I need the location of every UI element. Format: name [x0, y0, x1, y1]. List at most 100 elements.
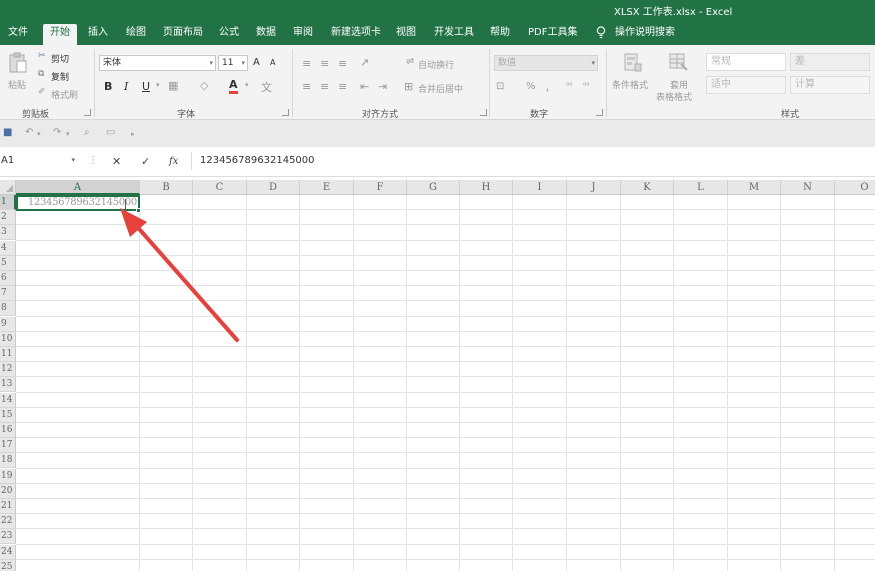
- row-header-8[interactable]: 8: [0, 301, 16, 317]
- fill-handle[interactable]: [136, 208, 141, 213]
- align-middle-icon[interactable]: ≡: [320, 57, 329, 70]
- align-center-icon[interactable]: ≡: [320, 80, 329, 93]
- column-header-m[interactable]: M: [728, 180, 781, 195]
- confirm-entry-button[interactable]: ✓: [141, 155, 150, 168]
- shrink-font-button[interactable]: A: [270, 58, 275, 67]
- format-painter-icon[interactable]: ✐: [38, 87, 46, 97]
- tab-pdf-tools[interactable]: PDF工具集: [528, 24, 577, 45]
- column-header-k[interactable]: K: [621, 180, 674, 195]
- font-launcher-icon[interactable]: [282, 109, 289, 116]
- font-size-select[interactable]: 11 ▾: [218, 55, 248, 71]
- column-header-n[interactable]: N: [781, 180, 835, 195]
- row-header-1[interactable]: 1: [0, 195, 16, 210]
- column-header-h[interactable]: H: [460, 180, 513, 195]
- chevron-down-icon[interactable]: ▾: [66, 130, 70, 138]
- tab-developer[interactable]: 开发工具: [434, 24, 474, 45]
- currency-icon[interactable]: ⊡: [496, 81, 504, 92]
- column-header-l[interactable]: L: [674, 180, 728, 195]
- worksheet-grid[interactable]: ABCDEFGHIJKLMNO 1 2 3 4 5 6 7 8 9 10 11 12 13 14 15 16 1…: [0, 180, 875, 571]
- row-header-24[interactable]: 24: [0, 544, 16, 560]
- tab-page-layout[interactable]: 页面布局: [163, 24, 203, 45]
- style-bad[interactable]: 差: [790, 53, 870, 71]
- chevron-down-icon[interactable]: ▾: [245, 81, 249, 89]
- tab-new-tab[interactable]: 新建选项卡: [331, 24, 381, 45]
- row-header-15[interactable]: 15: [0, 407, 16, 423]
- row-header-11[interactable]: 11: [0, 347, 16, 362]
- cut-button[interactable]: 剪切: [51, 52, 69, 65]
- formula-input[interactable]: 123456789632145000: [191, 152, 875, 170]
- row-header-3[interactable]: 3: [0, 225, 16, 241]
- align-right-icon[interactable]: ≡: [338, 80, 347, 93]
- chevron-down-icon[interactable]: ▾: [156, 81, 160, 89]
- orientation-icon[interactable]: ↗: [360, 56, 369, 69]
- decrease-indent-icon[interactable]: ⇤: [360, 80, 369, 93]
- number-launcher-icon[interactable]: [596, 109, 603, 116]
- conditional-formatting-icon[interactable]: [624, 52, 642, 72]
- row-header-23[interactable]: 23: [0, 529, 16, 545]
- increase-decimal-icon[interactable]: ⁰⁰: [566, 81, 572, 90]
- tell-me-search[interactable]: 操作说明搜索: [615, 24, 675, 45]
- paste-button[interactable]: 粘贴: [8, 78, 26, 91]
- cut-icon[interactable]: ✂: [38, 51, 46, 61]
- row-header-17[interactable]: 17: [0, 438, 16, 454]
- column-header-c[interactable]: C: [193, 180, 247, 195]
- bold-button[interactable]: B: [104, 80, 112, 93]
- align-top-icon[interactable]: ≡: [302, 57, 311, 70]
- row-header-10[interactable]: 10: [0, 331, 16, 347]
- redo-icon[interactable]: ↷: [53, 127, 61, 138]
- row-header-6[interactable]: 6: [0, 271, 16, 286]
- copy-icon[interactable]: ⧉: [38, 69, 44, 79]
- column-header-g[interactable]: G: [407, 180, 460, 195]
- format-as-table-label-2[interactable]: 表格格式: [656, 90, 692, 103]
- tab-draw[interactable]: 绘图: [126, 24, 146, 45]
- column-header-o[interactable]: O: [835, 180, 875, 195]
- style-neutral[interactable]: 适中: [706, 76, 786, 94]
- tab-view[interactable]: 视图: [396, 24, 416, 45]
- row-header-19[interactable]: 19: [0, 468, 16, 484]
- column-header-j[interactable]: J: [567, 180, 621, 195]
- row-header-25[interactable]: 25: [0, 559, 16, 571]
- underline-button[interactable]: U: [142, 80, 150, 93]
- column-header-e[interactable]: E: [300, 180, 354, 195]
- chevron-down-icon[interactable]: ▾: [37, 130, 41, 138]
- column-header-f[interactable]: F: [354, 180, 407, 195]
- wrap-text-button[interactable]: 自动换行: [418, 58, 454, 71]
- tab-insert[interactable]: 插入: [88, 24, 108, 45]
- row-header-7[interactable]: 7: [0, 286, 16, 302]
- format-as-table-icon[interactable]: [669, 52, 689, 72]
- grow-font-button[interactable]: A: [253, 57, 260, 68]
- column-header-a[interactable]: A: [16, 180, 140, 195]
- lightbulb-icon[interactable]: [596, 26, 606, 39]
- tab-data[interactable]: 数据: [256, 24, 276, 45]
- tab-home[interactable]: 开始: [43, 24, 77, 45]
- tab-formulas[interactable]: 公式: [219, 24, 239, 45]
- column-header-i[interactable]: I: [513, 180, 567, 195]
- row-header-12[interactable]: 12: [0, 362, 16, 378]
- undo-icon[interactable]: ↶: [25, 127, 33, 138]
- italic-button[interactable]: I: [124, 80, 128, 93]
- select-all-button[interactable]: [0, 180, 16, 195]
- copy-button[interactable]: 复制: [51, 70, 69, 83]
- conditional-formatting-button[interactable]: 条件格式: [612, 78, 648, 91]
- insert-function-button[interactable]: fx: [169, 156, 178, 167]
- comma-button[interactable]: ，: [545, 79, 555, 94]
- row-header-13[interactable]: 13: [0, 377, 16, 393]
- tab-help[interactable]: 帮助: [490, 24, 510, 45]
- print-preview-icon[interactable]: ⌕: [84, 127, 90, 138]
- cell-a1[interactable]: 123456789632145000: [16, 195, 140, 211]
- align-bottom-icon[interactable]: ≡: [338, 57, 347, 70]
- style-normal[interactable]: 常规: [706, 53, 786, 71]
- phonetic-icon[interactable]: 文: [261, 79, 272, 95]
- decrease-decimal-icon[interactable]: ⁰⁰: [583, 81, 589, 90]
- number-format-select[interactable]: 数值 ▾: [494, 55, 598, 71]
- tab-file[interactable]: 文件: [8, 24, 28, 45]
- increase-indent-icon[interactable]: ⇥: [378, 80, 387, 93]
- screen-icon[interactable]: ▭: [106, 127, 115, 138]
- align-left-icon[interactable]: ≡: [302, 80, 311, 93]
- style-calculation[interactable]: 计算: [790, 76, 870, 94]
- row-header-2[interactable]: 2: [0, 210, 16, 226]
- font-name-select[interactable]: 宋体 ▾: [99, 55, 216, 71]
- row-header-5[interactable]: 5: [0, 255, 16, 271]
- column-header-b[interactable]: B: [140, 180, 193, 195]
- merge-center-icon[interactable]: ⊞: [404, 80, 413, 93]
